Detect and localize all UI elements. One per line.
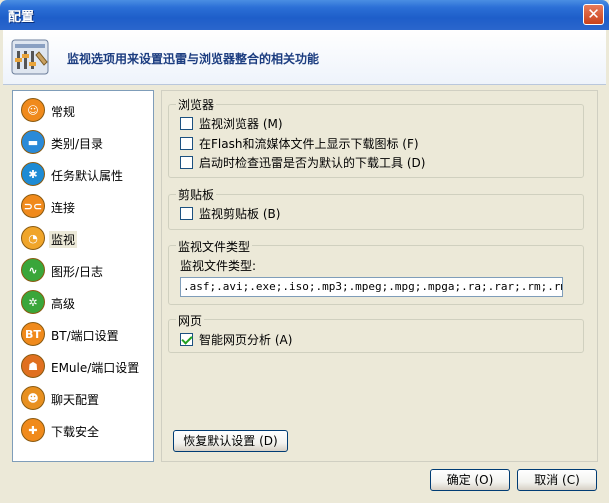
close-button[interactable]: ✕ [583,4,604,25]
sidebar-item-monitor[interactable]: ◔ 监视 [17,223,151,253]
flash-download-icon-checkbox[interactable]: 在Flash和流媒体文件上显示下载图标 (F) [180,135,419,151]
sidebar-item-label: 常规 [51,105,76,119]
monitor-browser-checkbox[interactable]: 监视浏览器 (M) [180,115,283,131]
sidebar-item-bt[interactable]: BT BT/端口设置 [17,319,151,349]
checkbox-box[interactable] [180,136,193,150]
sidebar-item-chat[interactable]: ☻ 聊天配置 [17,383,151,413]
bt-icon: BT [21,322,45,346]
emule-icon: ☗ [21,354,45,378]
sidebar-item-label: 任务默认属性 [51,169,124,183]
filetype-group-title: 监视文件类型 [176,238,253,255]
monitor-icon: ◔ [21,226,45,250]
checkbox-label: 启动时检查迅雷是否为默认的下载工具 (D) [199,155,426,170]
category-sidebar[interactable]: ☺ 常规 ▬ 类别/目录 ✱ 任务默认属性 ⊃⊂ 连接 ◔ 监视 ∿ 图形/日志 ✲ 高级 BT BT/端口设… [12,90,154,462]
wheel-icon: ✲ [21,290,45,314]
chat-icon: ☻ [21,386,45,410]
checkbox-label: 智能网页分析 (A) [199,332,293,347]
cancel-button[interactable]: 取消 (C) [517,469,597,491]
filetype-input[interactable]: .asf;.avi;.exe;.iso;.mp3;.mpeg;.mpg;.mpg… [180,277,563,297]
ok-button[interactable]: 确定 (O) [430,469,510,491]
checkbox-label: 监视剪贴板 (B) [199,206,281,221]
checkbox-box[interactable] [180,155,193,169]
sidebar-item-label: 聊天配置 [51,393,100,407]
webpage-group-title: 网页 [176,312,205,329]
sidebar-item-connection[interactable]: ⊃⊂ 连接 [17,191,151,221]
sidebar-item-label: 监视 [49,231,78,248]
shield-icon: ✚ [21,418,45,442]
person-icon: ☺ [21,98,45,122]
checkbox-box[interactable] [180,206,193,220]
sidebar-item-shield[interactable]: ✚ 下载安全 [17,415,151,445]
asterisk-icon: ✱ [21,162,45,186]
sidebar-item-label: BT/端口设置 [51,329,119,343]
sidebar-item-label: 下载安全 [51,425,100,439]
folder-icon: ▬ [21,130,45,154]
connection-icon: ⊃⊂ [21,194,45,218]
sidebar-item-emule[interactable]: ☗ EMule/端口设置 [17,351,151,381]
filetype-field-label: 监视文件类型: [180,259,257,273]
browser-group-title: 浏览器 [176,96,217,113]
checkbox-label: 监视浏览器 (M) [199,116,283,131]
sidebar-item-asterisk[interactable]: ✱ 任务默认属性 [17,159,151,189]
sidebar-item-label: 连接 [51,201,76,215]
sidebar-item-folder[interactable]: ▬ 类别/目录 [17,127,151,157]
title-bar[interactable]: 配置 ✕ [0,0,609,30]
default-tool-check-checkbox[interactable]: 启动时检查迅雷是否为默认的下载工具 (D) [180,154,425,170]
settings-panel-icon [11,39,49,75]
sidebar-item-chart[interactable]: ∿ 图形/日志 [17,255,151,285]
restore-defaults-button[interactable]: 恢复默认设置 (D) [173,430,288,452]
header-band: 监视选项用来设置迅雷与浏览器整合的相关功能 [3,30,606,85]
clipboard-group-title: 剪贴板 [176,186,217,203]
close-icon: ✕ [587,5,600,23]
checkbox-label: 在Flash和流媒体文件上显示下载图标 (F) [199,136,419,151]
sidebar-item-person[interactable]: ☺ 常规 [17,95,151,125]
sidebar-item-label: 图形/日志 [51,265,104,279]
sidebar-item-label: 类别/目录 [51,137,104,151]
checkbox-box[interactable] [180,116,193,130]
sidebar-item-label: 高级 [51,297,76,311]
smart-page-analysis-checkbox[interactable]: 智能网页分析 (A) [180,331,292,347]
sidebar-item-label: EMule/端口设置 [51,361,140,375]
sidebar-item-wheel[interactable]: ✲ 高级 [17,287,151,317]
checkbox-box[interactable] [180,332,193,346]
chart-icon: ∿ [21,258,45,282]
monitor-clipboard-checkbox[interactable]: 监视剪贴板 (B) [180,205,280,221]
header-description: 监视选项用来设置迅雷与浏览器整合的相关功能 [67,52,320,66]
window-title: 配置 [8,10,35,25]
